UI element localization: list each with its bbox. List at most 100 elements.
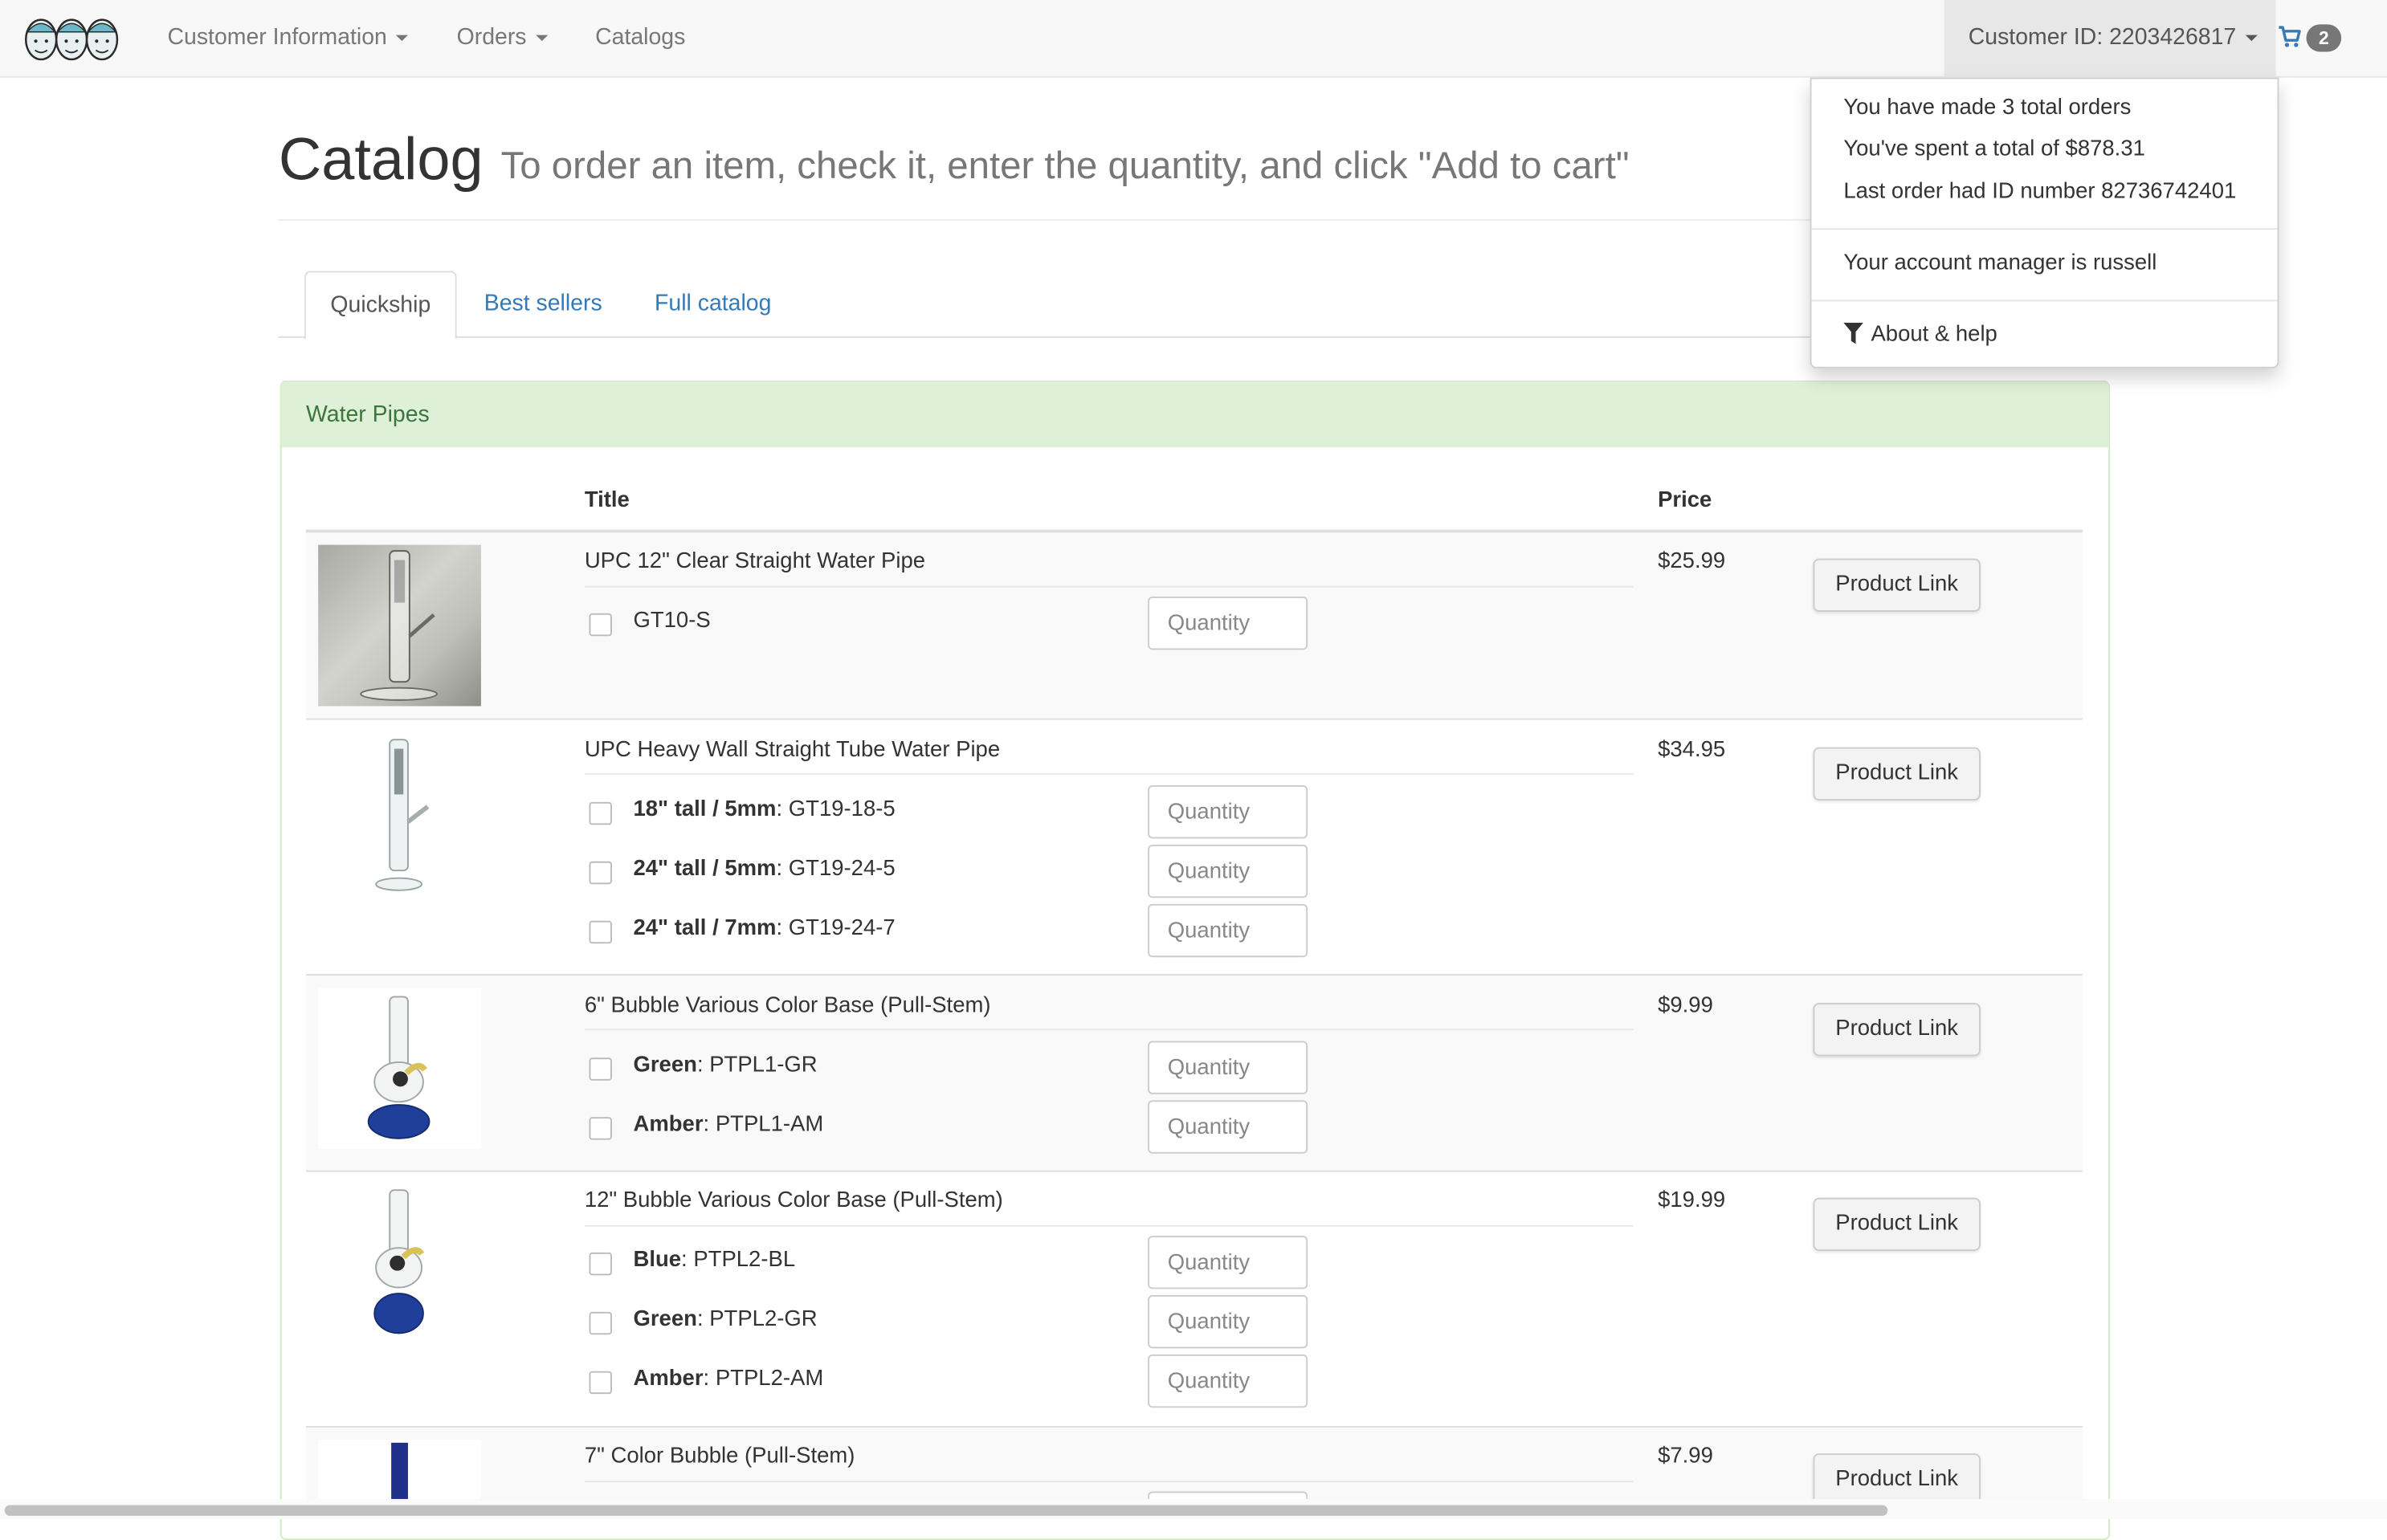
column-header-price: Price [1658,488,1712,513]
panel-heading-label: Water Pipes [305,401,430,428]
variant-checkbox[interactable] [589,1311,612,1335]
variant-name: 24" tall / 7mm [633,916,777,941]
variant-sku: GT19-24-7 [788,916,896,941]
nav-customer-information-label: Customer Information [167,24,387,51]
variant-checkbox[interactable] [589,861,612,885]
product-link-button[interactable]: Product Link [1813,747,1981,801]
product-image[interactable] [318,733,481,895]
caret-down-icon [2245,35,2258,42]
nav-catalogs-label: Catalogs [595,24,686,51]
quantity-input[interactable] [1148,844,1308,898]
quantity-input[interactable] [1148,596,1308,650]
title-divider [584,585,1634,588]
total-spent-item[interactable]: You've spent a total of $878.31 [1843,137,2145,161]
variant-checkbox[interactable] [589,1252,612,1276]
product-link-button[interactable]: Product Link [1813,1453,1981,1499]
quantity-input[interactable] [1148,1294,1308,1349]
about-help-item[interactable]: About & help [1843,322,1997,347]
water-pipe-photo [375,739,430,891]
tab-quickship[interactable]: Quickship [304,271,457,340]
dropdown-divider [1811,299,2278,302]
product-link-button[interactable]: Product Link [1813,1003,1981,1057]
product-price: $25.99 [1658,549,1726,574]
nav-customer-information[interactable]: Customer Information [167,0,409,76]
nav-orders[interactable]: Orders [457,0,549,76]
variant-name: Amber [633,1112,704,1137]
account-manager-item[interactable]: Your account manager is russell [1843,251,2156,275]
quantity-input[interactable] [1148,1236,1308,1289]
variant-checkbox[interactable] [589,1117,612,1140]
panel-heading: Water Pipes [281,381,2109,448]
variant-label: Amber: PTPL1-AM [633,1112,824,1137]
variant-label: 24" tall / 5mm: GT19-24-5 [633,857,896,882]
caret-down-icon [396,35,409,42]
quantity-input[interactable] [1148,1100,1308,1154]
row-divider [305,1170,2083,1172]
quantity-input[interactable] [1148,903,1308,958]
caret-down-icon [535,35,549,42]
variant-row: Blue: PTPL2-BL [585,1236,1316,1289]
quantity-input[interactable] [1148,1041,1308,1094]
quantity-input[interactable] [1148,1354,1308,1408]
customer-id-dropdown-toggle[interactable]: Customer ID: 2203426817 [1944,0,2276,76]
product-link-button[interactable]: Product Link [1813,558,1981,612]
product-price: $7.99 [1658,1444,1713,1469]
product-image[interactable] [318,544,481,707]
variant-label: Green: PTPL1-GR [633,1053,818,1078]
variant-checkbox[interactable] [589,801,612,825]
product-price: $9.99 [1658,993,1713,1019]
variant-sku: PTPL2-AM [715,1367,824,1391]
variant-row: Green: PTPL1-GR [585,1041,1316,1094]
total-orders-item[interactable]: You have made 3 total orders [1843,96,2131,120]
product-title: 6" Bubble Various Color Base (Pull-Stem) [584,993,991,1019]
product-image[interactable] [318,1184,481,1346]
variant-sku: PTPL2-GR [709,1307,818,1332]
last-order-item[interactable]: Last order had ID number 82736742401 [1843,180,2236,204]
variant-name: 18" tall / 5mm [633,797,777,822]
product-link-button[interactable]: Product Link [1813,1197,1981,1252]
quantity-input-partial[interactable] [1148,1491,1308,1499]
page-title: Catalog [278,128,484,194]
variant-label: 24" tall / 7mm: GT19-24-7 [633,916,896,941]
customer-id-label: Customer ID: 2203426817 [1968,24,2237,51]
variant-checkbox[interactable] [589,1057,612,1081]
variant-row: 18" tall / 5mm: GT19-18-5 [585,785,1316,839]
variant-checkbox[interactable] [589,920,612,944]
cart-icon[interactable] [2278,24,2302,48]
variant-label: Green: PTPL2-GR [633,1307,818,1332]
variant-sku: PTPL1-AM [715,1112,824,1137]
top-navbar: Customer Information Orders Catalogs Cus… [0,0,2387,78]
product-price: $34.95 [1658,738,1726,763]
water-pipe-photo [373,1189,425,1334]
dropdown-divider [1811,228,2278,230]
variant-sku: GT19-24-5 [788,857,896,882]
screen: Customer Information Orders Catalogs Cus… [0,0,2387,1540]
product-image[interactable] [318,1440,481,1499]
variant-label: Amber: PTPL2-AM [633,1367,824,1391]
title-divider [584,772,1634,775]
variant-sku: PTPL2-BL [693,1248,796,1273]
horizontal-scrollbar-thumb[interactable] [4,1505,1888,1516]
variant-label: Blue: PTPL2-BL [633,1248,796,1273]
product-image[interactable] [318,988,481,1150]
variant-row: 24" tall / 5mm: GT19-24-5 [585,844,1316,898]
variant-checkbox[interactable] [589,1371,612,1395]
variant-name: Green [633,1307,697,1332]
cart-count-badge[interactable]: 2 [2306,24,2342,52]
water-pipe-photo [367,996,430,1139]
variant-name: Amber [633,1367,704,1391]
product-title: 12" Bubble Various Color Base (Pull-Stem… [584,1188,1003,1213]
logo-three-faces-icon[interactable] [24,12,119,63]
nav-catalogs[interactable]: Catalogs [595,0,685,76]
customer-id-toggle[interactable]: Customer ID: 2203426817 [1969,0,2258,76]
product-title: UPC Heavy Wall Straight Tube Water Pipe [584,738,1001,763]
variant-sku: GT10-S [633,609,711,634]
variant-name: 24" tall / 5mm [633,857,777,882]
variant-checkbox[interactable] [589,613,612,637]
variant-name: Green [633,1053,697,1078]
variant-row: 24" tall / 7mm: GT19-24-7 [585,903,1316,958]
quantity-input[interactable] [1148,785,1308,839]
tab-full-catalog[interactable]: Full catalog [655,271,771,336]
variant-sku: GT19-18-5 [788,797,896,822]
tab-best-sellers[interactable]: Best sellers [484,271,602,336]
